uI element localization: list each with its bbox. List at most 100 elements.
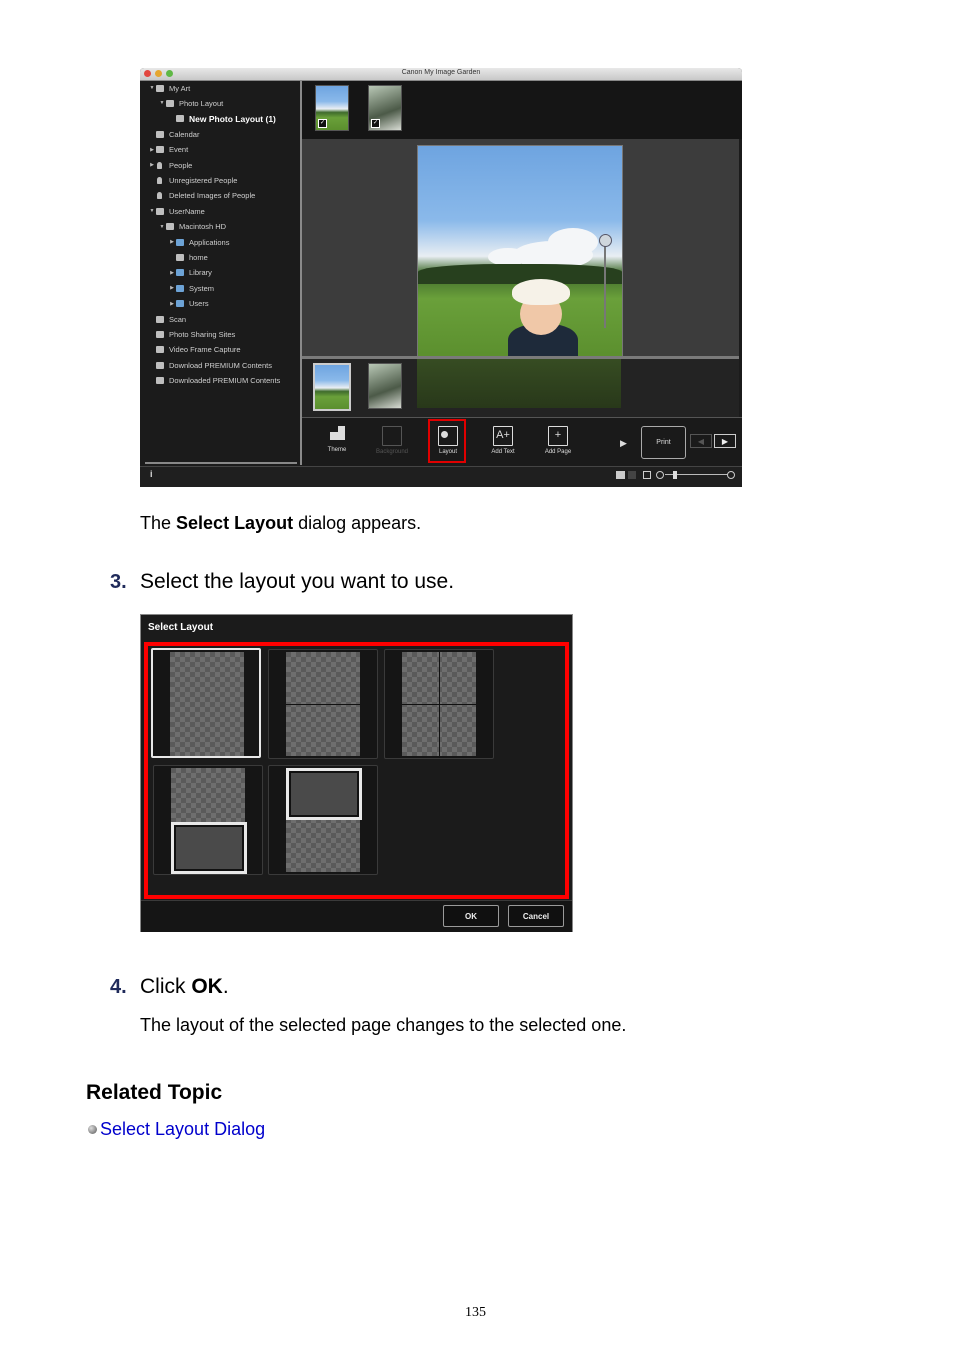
ok-button[interactable]: OK [443, 905, 499, 927]
layout-option-photo-top[interactable] [268, 765, 378, 875]
app-screenshot: Canon My Image Garden ▼ My Art ▼ Photo Layo… [140, 68, 742, 487]
sidebar-item[interactable]: Download PREMIUM Contents [148, 358, 272, 372]
print-button[interactable]: Print [641, 426, 686, 459]
collapse-arrow-icon[interactable]: ▶ [168, 239, 176, 245]
select-layout-dialog-link[interactable]: Select Layout Dialog [100, 1119, 265, 1139]
sidebar-item[interactable]: ▼ Photo Layout [158, 96, 224, 110]
window-title: Canon My Image Garden [401, 69, 481, 76]
view-spread-icon[interactable] [628, 471, 636, 479]
person-icon [157, 176, 162, 184]
sidebar-item[interactable]: ▼ UserName [148, 204, 205, 218]
prev-page-button[interactable]: ◀ [690, 434, 712, 448]
sidebar-item[interactable]: ▶ System [168, 281, 214, 295]
sidebar-item-label: Library [189, 268, 212, 278]
sidebar-item[interactable]: Deleted Images of People [148, 189, 255, 203]
sidebar-item[interactable]: Scan [148, 312, 186, 326]
sidebar-item-label: System [189, 283, 215, 293]
layout-option-two-horizontal[interactable] [268, 649, 378, 759]
zoom-in-icon[interactable] [727, 471, 735, 479]
folder-gray-icon [156, 377, 164, 385]
checkbox-icon[interactable]: ✓ [318, 119, 327, 128]
sidebar-item[interactable]: ▶ Applications [168, 235, 229, 249]
theme-icon [328, 426, 346, 444]
photo-frame [171, 822, 247, 874]
sidebar-item-label: Applications [189, 237, 230, 247]
zoom-slider-handle[interactable] [673, 471, 677, 479]
collapse-arrow-icon[interactable]: ▶ [148, 147, 156, 153]
sidebar: ▼ My Art ▼ Photo Layout New Photo Layout (1)… [140, 81, 302, 465]
thumbnail-photo-2[interactable]: ✓ [368, 85, 402, 131]
sidebar-item[interactable]: ▼ My Art [148, 81, 191, 95]
download-icon [156, 361, 164, 369]
bullet-icon [88, 1125, 97, 1134]
folder-icon [176, 284, 184, 292]
sidebar-item[interactable]: ▶ Event [148, 143, 188, 157]
sidebar-scrollbar[interactable] [145, 462, 297, 464]
layout-preview [286, 652, 360, 756]
layout-option-four-grid[interactable] [384, 649, 494, 759]
sidebar-item[interactable]: Photo Sharing Sites [148, 327, 235, 341]
collapse-arrow-icon[interactable]: ▶ [148, 162, 156, 168]
add-text-button[interactable]: A+ Add Text [483, 424, 523, 460]
collapse-arrow-icon[interactable]: ▶ [168, 301, 176, 307]
more-tools-arrow-icon[interactable]: ▶ [620, 438, 627, 449]
dialog-title: Select Layout [148, 622, 214, 633]
expand-arrow-icon[interactable]: ▼ [148, 208, 156, 214]
sidebar-item[interactable]: ▶ Users [168, 297, 209, 311]
sidebar-item[interactable]: ▶ People [148, 158, 192, 172]
sidebar-item-label: My Art [169, 83, 191, 93]
theme-button[interactable]: Theme [317, 424, 357, 460]
layout-option-single[interactable] [151, 648, 261, 758]
background-icon [382, 426, 402, 446]
sidebar-item[interactable]: Unregistered People [148, 173, 237, 187]
sidebar-item-label: Macintosh HD [179, 222, 227, 232]
step-4-description: The layout of the selected page changes … [140, 1015, 627, 1035]
related-link-item: Select Layout Dialog [88, 1119, 265, 1140]
zoom-out-icon[interactable] [656, 471, 664, 479]
sidebar-item[interactable]: New Photo Layout (1) [168, 112, 276, 126]
layout-option-photo-bottom[interactable] [153, 765, 263, 875]
caption-dialog-appears: The Select Layout dialog appears. [140, 513, 422, 533]
next-page-button[interactable]: ▶ [714, 434, 736, 448]
view-single-icon[interactable] [616, 471, 625, 479]
sidebar-item-label: Deleted Images of People [169, 191, 256, 201]
page-thumbnail-1[interactable] [313, 363, 351, 411]
dialog-footer: OK Cancel [141, 900, 572, 932]
sidebar-item[interactable]: Video Frame Capture [148, 343, 241, 357]
collapse-arrow-icon[interactable]: ▶ [168, 285, 176, 291]
collapse-arrow-icon[interactable]: ▶ [168, 270, 176, 276]
add-page-button[interactable]: + Add Page [538, 424, 578, 460]
sidebar-item-label: Unregistered People [169, 175, 238, 185]
folder-icon [176, 269, 184, 277]
background-button[interactable]: Background [372, 424, 412, 460]
expand-arrow-icon[interactable]: ▼ [158, 100, 166, 106]
sidebar-item[interactable]: ▶ Library [168, 266, 212, 280]
sidebar-item-label: New Photo Layout (1) [189, 113, 276, 124]
sharing-icon [156, 330, 164, 338]
event-icon [156, 146, 164, 154]
home-icon [176, 253, 184, 261]
cancel-button[interactable]: Cancel [508, 905, 564, 927]
fit-screen-icon[interactable] [643, 471, 651, 479]
thumbnail-photo-1[interactable]: ✓ [315, 85, 349, 131]
sidebar-item-label: Users [189, 299, 209, 309]
sidebar-item-label: Calendar [169, 129, 200, 139]
expand-arrow-icon[interactable]: ▼ [158, 224, 166, 230]
layout-icon [166, 99, 174, 107]
layout-icon [176, 115, 184, 123]
thumbnail-strip: ✓ ✓ [302, 81, 742, 139]
video-icon [156, 346, 164, 354]
person-icon [157, 161, 162, 169]
sidebar-item[interactable]: Downloaded PREMIUM Contents [148, 374, 280, 388]
sidebar-item[interactable]: home [168, 250, 208, 264]
page-thumbnail-2[interactable] [368, 363, 402, 409]
checkbox-icon[interactable]: ✓ [371, 119, 380, 128]
info-icon[interactable]: i [150, 469, 153, 479]
layout-photo[interactable] [417, 145, 623, 359]
sidebar-item[interactable]: ▼ Macintosh HD [158, 220, 227, 234]
sidebar-item-label: Photo Layout [179, 98, 224, 108]
layout-highlight-box [428, 419, 466, 463]
expand-arrow-icon[interactable]: ▼ [148, 85, 156, 91]
sidebar-item[interactable]: Calendar [148, 127, 199, 141]
calendar-icon [156, 130, 164, 138]
